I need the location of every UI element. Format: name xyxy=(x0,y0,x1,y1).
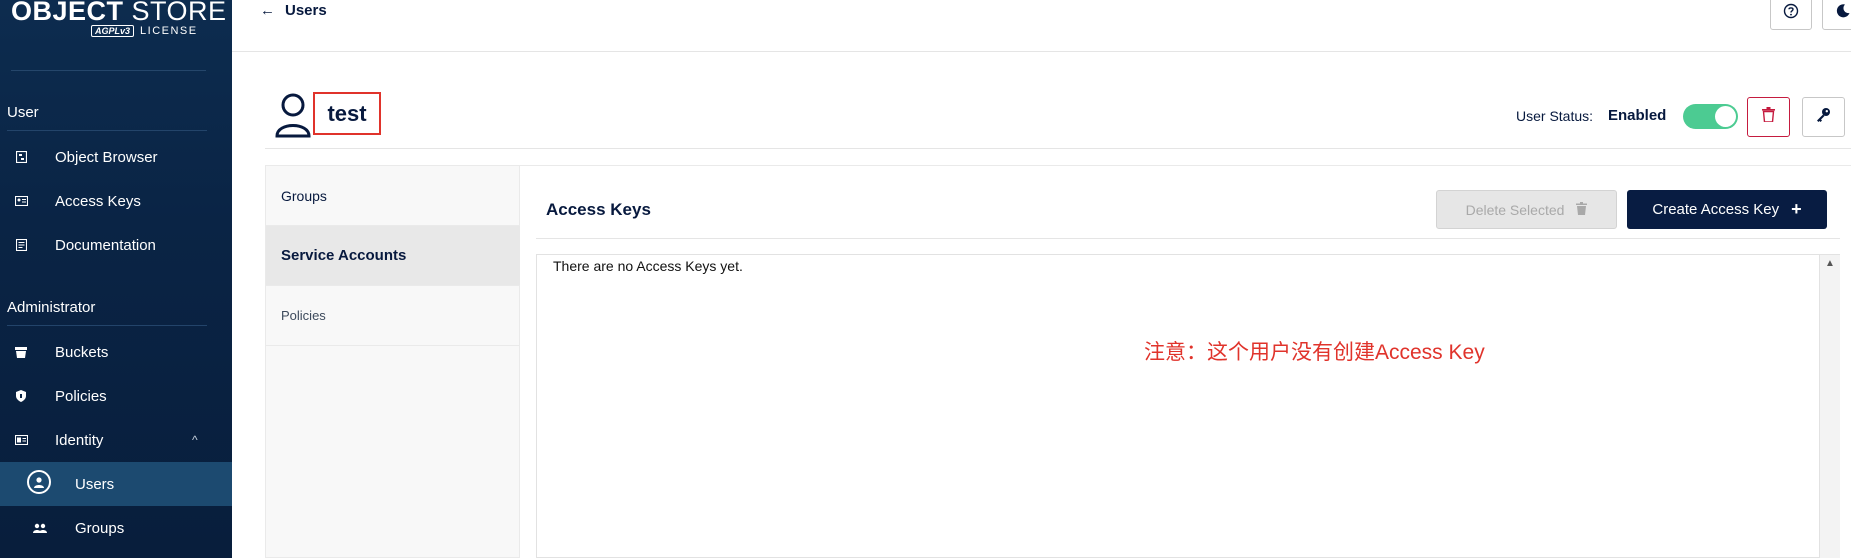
user-status-label: User Status: xyxy=(1516,108,1594,124)
divider xyxy=(265,148,1851,149)
section-administrator: Administrator xyxy=(7,299,96,316)
list-scrollbar[interactable]: ▲ xyxy=(1819,255,1840,558)
empty-state-message: There are no Access Keys yet. xyxy=(553,258,743,274)
group-icon xyxy=(33,521,47,535)
bucket-icon xyxy=(14,345,28,359)
sidebar-item-users[interactable]: Users xyxy=(0,462,232,506)
user-status-value: Enabled xyxy=(1608,107,1667,124)
sidebar-item-label: Users xyxy=(75,475,115,493)
create-access-key-button[interactable]: Create Access Key + xyxy=(1627,190,1827,229)
sidebar-item-policies[interactable]: Policies xyxy=(0,374,232,418)
brand-title-bold: OBJECT xyxy=(11,0,124,26)
user-name: test xyxy=(313,92,381,135)
tab-groups[interactable]: Groups xyxy=(266,166,520,226)
sidebar-item-access-keys[interactable]: Access Keys xyxy=(0,179,232,223)
back-label: Users xyxy=(285,2,327,19)
brand-title-light: STORE xyxy=(131,0,227,26)
moon-icon xyxy=(1835,3,1851,24)
access-keys-list[interactable] xyxy=(536,254,1840,558)
help-button[interactable] xyxy=(1770,0,1812,30)
chevron-up-icon[interactable]: ^ xyxy=(192,433,198,447)
folder-icon xyxy=(14,150,28,164)
scroll-up-icon[interactable]: ▲ xyxy=(1825,258,1835,269)
sidebar-item-label: Object Browser xyxy=(55,148,158,166)
trash-icon xyxy=(1576,199,1588,220)
divider xyxy=(536,238,1840,239)
tab-policies[interactable]: Policies xyxy=(266,286,520,346)
shield-icon xyxy=(14,389,28,403)
sidebar-item-label: Documentation xyxy=(55,236,156,254)
panel-title: Access Keys xyxy=(546,200,651,219)
id-card-icon xyxy=(14,194,28,208)
section-user: User xyxy=(7,104,39,121)
delete-selected-label: Delete Selected xyxy=(1465,201,1565,218)
delete-selected-button[interactable]: Delete Selected xyxy=(1436,190,1617,229)
change-password-button[interactable] xyxy=(1802,97,1845,137)
user-circle-icon xyxy=(27,470,51,494)
id-badge-icon xyxy=(14,433,28,447)
sidebar-item-object-browser[interactable]: Object Browser xyxy=(0,135,232,179)
theme-toggle-button[interactable] xyxy=(1822,0,1851,30)
back-arrow-icon: ← xyxy=(260,2,275,19)
sidebar-item-label: Buckets xyxy=(55,343,109,361)
annotation-note: 注意：这个用户没有创建Access Key xyxy=(1144,341,1485,364)
sidebar-item-groups[interactable]: Groups xyxy=(0,506,232,550)
plus-icon: + xyxy=(1791,199,1802,219)
trash-icon xyxy=(1762,107,1775,127)
sidebar-item-label: Identity xyxy=(55,431,104,449)
sidebar-item-buckets[interactable]: Buckets xyxy=(0,330,232,374)
sidebar-item-label: Policies xyxy=(55,387,107,405)
license-text: LICENSE xyxy=(140,25,198,37)
delete-user-button[interactable] xyxy=(1747,97,1790,137)
create-access-key-label: Create Access Key xyxy=(1652,201,1780,218)
tab-service-accounts[interactable]: Service Accounts xyxy=(266,226,520,286)
sidebar: OBJECT STORE AGPLv3 LICENSE User Object B… xyxy=(0,0,232,558)
help-icon xyxy=(1783,3,1799,24)
brand-license: AGPLv3 LICENSE xyxy=(91,25,198,37)
toggle-knob xyxy=(1715,106,1736,127)
sidebar-item-documentation[interactable]: Documentation xyxy=(0,223,232,267)
user-tabs: Groups Service Accounts Policies xyxy=(265,165,520,558)
sidebar-item-label: Access Keys xyxy=(55,192,141,210)
agpl-badge: AGPLv3 xyxy=(91,25,135,37)
sidebar-item-label: Groups xyxy=(75,519,125,537)
brand-logo[interactable]: OBJECT STORE AGPLv3 LICENSE xyxy=(11,0,226,48)
brand-title: OBJECT STORE xyxy=(11,0,227,27)
divider xyxy=(232,51,1851,52)
divider xyxy=(7,130,207,131)
back-to-users-link[interactable]: ← Users xyxy=(260,2,327,19)
key-icon xyxy=(1816,107,1831,127)
user-status-toggle[interactable] xyxy=(1683,104,1738,129)
user-avatar-icon xyxy=(275,92,311,138)
document-icon xyxy=(14,238,28,252)
divider xyxy=(7,325,207,326)
divider xyxy=(11,70,206,71)
sidebar-item-identity[interactable]: Identity ^ xyxy=(0,418,232,462)
